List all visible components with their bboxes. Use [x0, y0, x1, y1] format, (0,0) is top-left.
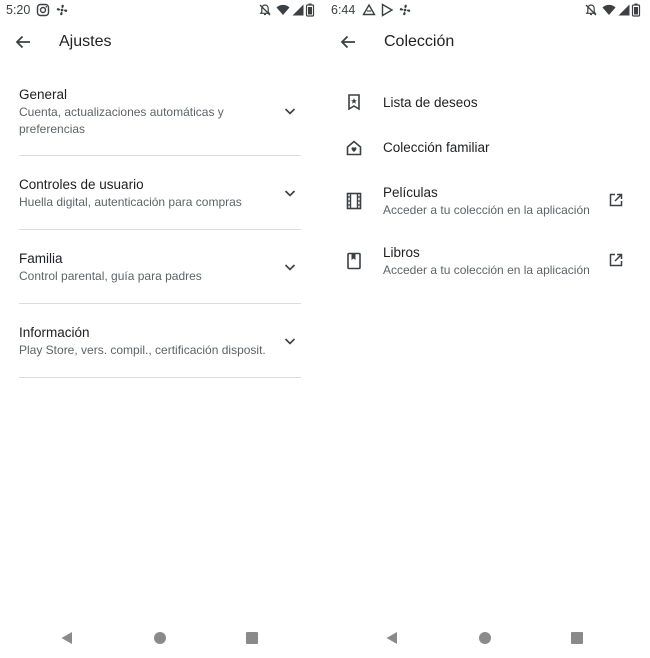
open-external-icon[interactable]	[608, 192, 624, 208]
setting-title: Controles de usuario	[19, 177, 144, 192]
fan-icon	[398, 3, 412, 17]
collection-screen: 6:44 Colección Lista de deseos Colección…	[325, 0, 650, 658]
nav-recents-icon[interactable]	[244, 630, 260, 646]
nav-recents-icon[interactable]	[569, 630, 585, 646]
play-store-icon	[380, 3, 394, 17]
collection-item-label: Lista de deseos	[383, 95, 478, 110]
wifi-icon	[602, 3, 616, 17]
chevron-down-icon[interactable]	[281, 102, 299, 120]
battery-icon	[631, 3, 641, 17]
collection-item-label: Libros	[383, 245, 420, 260]
status-time: 5:20	[6, 3, 31, 17]
setting-subtitle: Play Store, vers. compil., certificación…	[19, 343, 266, 357]
collection-item-subtitle: Acceder a tu colección en la aplicación	[383, 263, 590, 277]
battery-icon	[305, 3, 315, 17]
setting-title: General	[19, 87, 68, 102]
collection-item-label: Películas	[383, 185, 438, 200]
system-nav-bar	[0, 618, 320, 658]
divider	[19, 377, 301, 378]
setting-general[interactable]: General Cuenta, actualizaciones automáti…	[19, 86, 301, 138]
nav-back-icon[interactable]	[384, 630, 400, 646]
instagram-icon	[36, 3, 50, 17]
divider	[19, 155, 301, 156]
back-arrow-icon[interactable]	[11, 30, 35, 54]
setting-family[interactable]: Familia Control parental, guía para padr…	[19, 250, 301, 288]
book-icon	[345, 252, 363, 270]
status-time: 6:44	[331, 3, 356, 17]
signal-icon	[617, 3, 631, 17]
film-icon	[345, 192, 363, 210]
setting-subtitle: Cuenta, actualizaciones automáticas y pr…	[19, 105, 224, 136]
setting-subtitle: Control parental, guía para padres	[19, 269, 202, 283]
muted-bell-icon	[584, 3, 598, 17]
collection-item-movies[interactable]: Películas Acceder a tu colección en la a…	[325, 180, 650, 220]
setting-user-controls[interactable]: Controles de usuario Huella digital, aut…	[19, 176, 301, 214]
setting-title: Familia	[19, 251, 63, 266]
signal-icon	[291, 3, 305, 17]
wishlist-bookmark-icon	[345, 93, 363, 111]
wifi-icon	[276, 3, 290, 17]
divider	[19, 303, 301, 304]
back-arrow-icon[interactable]	[336, 30, 360, 54]
page-title: Ajustes	[59, 33, 112, 50]
status-bar: 6:44	[325, 0, 650, 22]
setting-title: Información	[19, 325, 90, 340]
muted-bell-icon	[258, 3, 272, 17]
nav-back-icon[interactable]	[59, 630, 75, 646]
nav-home-icon[interactable]	[477, 630, 493, 646]
divider	[19, 229, 301, 230]
collection-item-family[interactable]: Colección familiar	[325, 133, 650, 163]
family-home-icon	[345, 139, 363, 157]
fan-icon	[55, 3, 69, 17]
setting-subtitle: Huella digital, autenticación para compr…	[19, 195, 242, 209]
app-bar: Colección	[325, 28, 650, 58]
open-external-icon[interactable]	[608, 252, 624, 268]
collection-item-books[interactable]: Libros Acceder a tu colección en la apli…	[325, 240, 650, 280]
chevron-down-icon[interactable]	[281, 258, 299, 276]
app-bar: Ajustes	[0, 28, 320, 58]
collection-item-label: Colección familiar	[383, 140, 490, 155]
status-bar: 5:20	[0, 0, 320, 22]
nav-home-icon[interactable]	[152, 630, 168, 646]
system-nav-bar	[325, 618, 650, 658]
chevron-down-icon[interactable]	[281, 332, 299, 350]
settings-screen: 5:20 Ajustes General Cuenta, actualizaci…	[0, 0, 320, 658]
chevron-down-icon[interactable]	[281, 184, 299, 202]
drive-icon	[362, 3, 376, 17]
page-title: Colección	[384, 33, 455, 50]
setting-information[interactable]: Información Play Store, vers. compil., c…	[19, 324, 301, 362]
collection-item-subtitle: Acceder a tu colección en la aplicación	[383, 203, 590, 217]
collection-item-wishlist[interactable]: Lista de deseos	[325, 88, 650, 118]
